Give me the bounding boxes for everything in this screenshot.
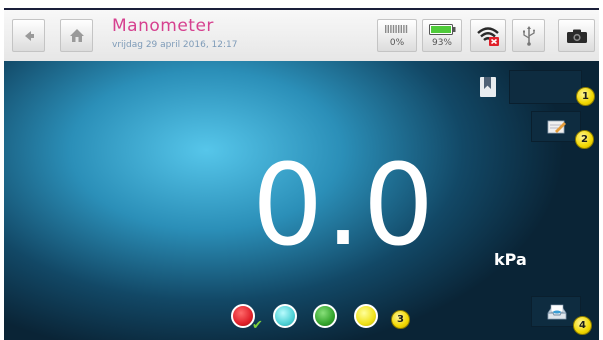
color-option-yellow[interactable] bbox=[354, 304, 378, 328]
selected-check-icon: ✔ bbox=[252, 318, 263, 333]
home-icon bbox=[69, 28, 85, 43]
back-button[interactable] bbox=[12, 19, 45, 52]
camera-icon bbox=[566, 28, 588, 44]
marker-field[interactable] bbox=[509, 70, 582, 104]
battery-percent: 93% bbox=[431, 38, 452, 48]
usb-button[interactable] bbox=[512, 19, 545, 52]
callout-1: 1 bbox=[576, 87, 595, 106]
notes-icon bbox=[547, 119, 567, 135]
notes-button[interactable] bbox=[531, 111, 581, 142]
color-option-green[interactable] bbox=[313, 304, 337, 328]
wifi-button[interactable] bbox=[470, 19, 506, 52]
color-option-cyan[interactable] bbox=[273, 304, 297, 328]
pressure-reading: 0.0 bbox=[252, 141, 437, 271]
top-bar: Manometer vrijdag 29 april 2016, 12:17 0… bbox=[4, 8, 599, 63]
usb-icon bbox=[522, 25, 536, 46]
back-arrow-icon bbox=[22, 29, 36, 43]
memory-icon bbox=[385, 25, 409, 33]
memory-percent: 0% bbox=[389, 38, 405, 48]
home-button[interactable] bbox=[60, 19, 93, 52]
app-window: Manometer vrijdag 29 april 2016, 12:17 0… bbox=[0, 0, 603, 340]
battery-indicator: 93% bbox=[422, 19, 462, 52]
page-title: Manometer bbox=[112, 16, 214, 36]
date-time: vrijdag 29 april 2016, 12:17 bbox=[112, 40, 238, 50]
callout-4: 4 bbox=[573, 316, 592, 335]
camera-button[interactable] bbox=[558, 19, 595, 52]
memory-indicator: 0% bbox=[377, 19, 417, 52]
save-tray-icon bbox=[546, 303, 568, 321]
callout-3: 3 bbox=[391, 310, 410, 329]
wifi-off-icon bbox=[476, 25, 500, 47]
pressure-unit: kPa bbox=[494, 250, 527, 269]
bookmark-icon[interactable] bbox=[480, 77, 496, 97]
battery-icon bbox=[429, 24, 456, 35]
callout-2: 2 bbox=[575, 130, 594, 149]
